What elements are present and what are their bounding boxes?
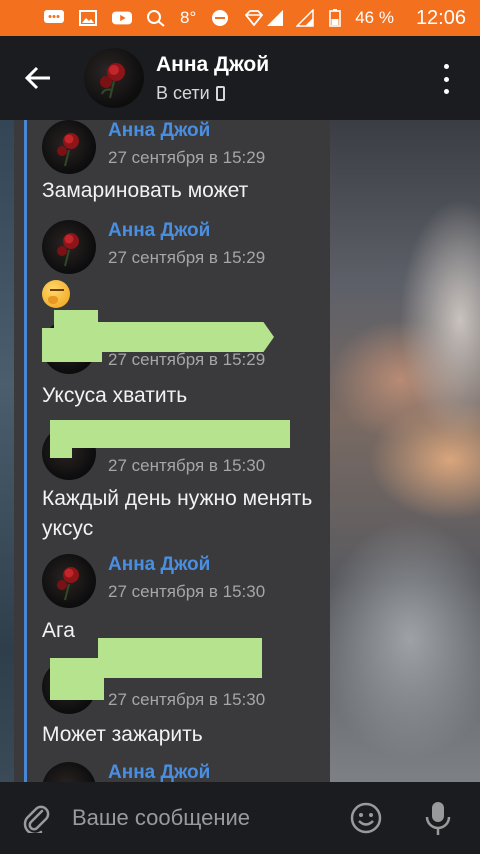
- dot: [443, 76, 449, 82]
- message-text: Уксуса хватить: [42, 384, 188, 407]
- redaction-mark: [98, 638, 262, 678]
- message-time: 27 сентября в 15:29: [108, 148, 266, 167]
- search-notification-icon: [146, 9, 166, 27]
- message-time: 27 сентября в 15:30: [108, 690, 266, 709]
- message-input[interactable]: [72, 805, 332, 831]
- battery-icon: [325, 9, 345, 27]
- sender-avatar[interactable]: [42, 220, 96, 274]
- online-status: В сети: [156, 83, 269, 104]
- more-menu-button[interactable]: [434, 64, 458, 94]
- sender-name[interactable]: Анна Джой: [108, 554, 210, 576]
- emoji-button[interactable]: [348, 800, 384, 836]
- redaction-mark: [50, 442, 72, 458]
- clock: 12:06: [415, 6, 466, 29]
- rose-icon: [57, 567, 79, 601]
- sender-avatar[interactable]: [42, 762, 96, 782]
- dot: [443, 64, 449, 69]
- sender-name[interactable]: Анна Джой: [108, 220, 210, 242]
- chat-header: Анна Джой В сети: [0, 36, 480, 120]
- message-text: Может зажарить: [42, 723, 203, 746]
- sender-name[interactable]: Анна Джой: [108, 120, 210, 142]
- microphone-icon: [425, 802, 451, 835]
- message-header: Анна Джой 27 сентября в 15:29: [42, 220, 322, 274]
- back-button[interactable]: [0, 36, 76, 120]
- rose-icon: [100, 63, 125, 99]
- voice-message-button[interactable]: [420, 798, 456, 838]
- message-header: Анна Джой 27 сентября в 15:30: [42, 554, 322, 608]
- online-status-text: В сети: [156, 82, 210, 103]
- attach-button[interactable]: [6, 782, 66, 854]
- thinking-face-emoji: [42, 280, 70, 308]
- contact-name: Анна Джой: [156, 52, 270, 76]
- redaction-mark: [50, 658, 104, 700]
- weather-temperature: 8°: [180, 8, 197, 27]
- youtube-notification-icon: [112, 9, 132, 27]
- message-time: 27 сентября в 15:29: [108, 248, 266, 267]
- redaction-mark: [42, 328, 102, 362]
- message-header: Анна Джой: [42, 762, 322, 782]
- smiley-icon: [350, 802, 382, 834]
- message-time: 27 сентября в 15:29: [108, 350, 266, 369]
- message-time: 27 сентября в 15:30: [108, 456, 266, 475]
- message-text: Каждый день нужно менять уксус: [42, 487, 313, 540]
- signal-icon: [265, 9, 285, 27]
- composer-bar: [0, 782, 480, 854]
- arrow-left-icon: [24, 66, 50, 90]
- forwarded-rule: [24, 120, 27, 782]
- wallpaper-left: [0, 120, 14, 782]
- sender-avatar[interactable]: [42, 120, 96, 174]
- sender-avatar[interactable]: [42, 554, 96, 608]
- message-list[interactable]: Анна Джой 27 сентября в 15:29 Замаринова…: [14, 120, 330, 782]
- rose-icon: [57, 233, 79, 267]
- do-not-disturb-icon: [210, 9, 230, 27]
- mobile-phone-icon: [215, 85, 225, 101]
- chat-notification-icon: [44, 9, 64, 27]
- redaction-mark: [98, 322, 274, 352]
- message-header: Анна Джой 27 сентября в 15:29: [42, 120, 322, 174]
- message-time: 27 сентября в 15:30: [108, 582, 266, 601]
- message-text: Замариновать может: [42, 179, 249, 202]
- battery-percent: 46 %: [355, 8, 394, 27]
- rose-icon: [57, 133, 79, 167]
- image-notification-icon: [78, 9, 98, 27]
- diamond-icon: [244, 9, 264, 27]
- sender-name[interactable]: Анна Джой: [108, 762, 210, 782]
- redaction-mark: [50, 420, 290, 448]
- signal-icon-2: [295, 9, 315, 27]
- status-bar: 8° 46 % 12:06: [0, 0, 480, 36]
- wallpaper-photo: [330, 120, 480, 782]
- dot: [443, 89, 449, 94]
- contact-avatar[interactable]: [84, 48, 144, 108]
- paperclip-icon: [23, 805, 50, 833]
